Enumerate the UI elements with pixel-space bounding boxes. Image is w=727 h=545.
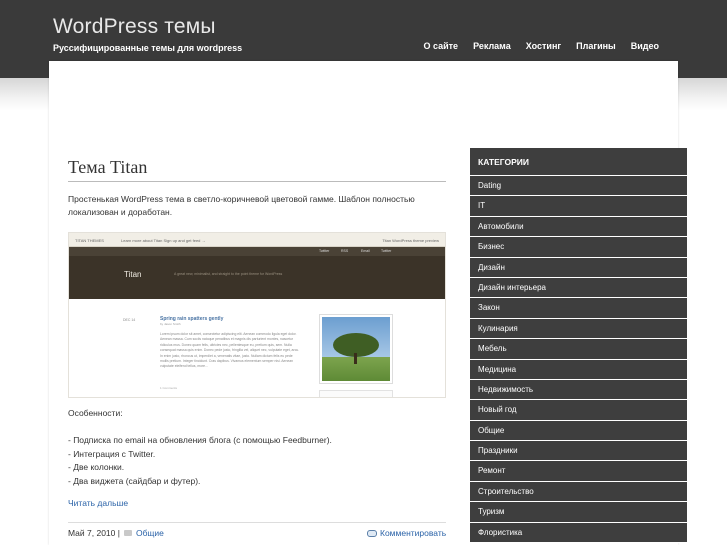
- theme-preview-image: TITAN THEMES Learn more about Titan Sign…: [68, 232, 446, 398]
- preview-post-date: DEC 14: [123, 318, 136, 322]
- post-title[interactable]: Тема Titan: [68, 157, 147, 178]
- site-title[interactable]: WordPress темы: [53, 15, 216, 39]
- category-link[interactable]: Dating: [470, 176, 687, 197]
- preview-topbar-right: Titan WordPress theme preview: [382, 238, 439, 243]
- category-link[interactable]: Недвижимость: [470, 379, 687, 401]
- preview-body: DEC 14 Spring rain spatters gently by Ja…: [69, 299, 445, 397]
- preview-link: RSS: [341, 249, 349, 253]
- site-tagline: Руссифицированные темы для wordpress: [53, 43, 243, 53]
- features-list: Особенности: - Подписка по email на обно…: [68, 407, 332, 488]
- category-link[interactable]: Автомобили: [470, 216, 687, 238]
- sidebar: КАТЕГОРИИ Dating IT Автомобили Бизнес Ди…: [470, 148, 687, 544]
- category-link[interactable]: Новый год: [470, 400, 687, 421]
- nav-link-plugins[interactable]: Плагины: [576, 41, 616, 51]
- preview-post-author: by Jason Smith: [160, 322, 181, 326]
- category-link[interactable]: Строительство: [470, 481, 687, 503]
- preview-tree-photo: [319, 314, 393, 384]
- category-link[interactable]: Бизнес: [470, 237, 687, 258]
- category-link[interactable]: Флористика: [470, 522, 687, 544]
- nav-link-hosting[interactable]: Хостинг: [526, 41, 561, 51]
- post-excerpt: Простенькая WordPress тема в светло-кори…: [68, 194, 415, 217]
- feature-item: - Подписка по email на обновления блога …: [68, 435, 332, 445]
- comment-label[interactable]: Комментировать: [380, 528, 446, 538]
- preview-topbar: TITAN THEMES Learn more about Titan Sign…: [69, 233, 445, 247]
- feature-item: - Интеграция с Twitter.: [68, 448, 156, 459]
- main-nav: О сайте Реклама Хостинг Плагины Видео: [423, 41, 659, 51]
- photo-tree-trunk: [354, 353, 357, 364]
- post-meta: Май 7, 2010 | Общие: [68, 528, 164, 538]
- category-link[interactable]: Кулинария: [470, 318, 687, 340]
- category-link[interactable]: Дизайн интерьера: [470, 277, 687, 299]
- category-link[interactable]: Туризм: [470, 502, 687, 523]
- category-link[interactable]: Закон: [470, 298, 687, 319]
- title-divider: [68, 181, 446, 182]
- post-footer-divider: [68, 522, 446, 523]
- preview-social-links: Twitter RSS Email Twitter: [69, 247, 445, 256]
- preview-sidebar-block: [319, 390, 393, 397]
- preview-topbar-left: TITAN THEMES: [75, 238, 104, 243]
- nav-link-video[interactable]: Видео: [631, 41, 659, 51]
- nav-link-about[interactable]: О сайте: [423, 41, 458, 51]
- read-more-link[interactable]: Читать дальше: [68, 498, 128, 508]
- category-link[interactable]: IT: [470, 196, 687, 217]
- category-link[interactable]: Общие: [470, 420, 687, 442]
- post-category-link[interactable]: Общие: [136, 528, 164, 538]
- comment-bubble-icon: [367, 529, 377, 537]
- comment-link[interactable]: Комментировать: [367, 528, 446, 538]
- preview-comments: 1 Comments: [160, 386, 178, 390]
- category-link[interactable]: Ремонт: [470, 461, 687, 482]
- preview-theme-name: Titan: [124, 270, 142, 279]
- category-link[interactable]: Дизайн: [470, 257, 687, 278]
- post-date: Май 7, 2010 |: [68, 528, 120, 538]
- category-link[interactable]: Медицина: [470, 359, 687, 380]
- folder-icon: [123, 530, 132, 536]
- preview-link: Twitter: [381, 249, 392, 253]
- preview-theme-desc: A great new, minimalist, and straight to…: [174, 272, 283, 276]
- category-link[interactable]: Праздники: [470, 441, 687, 462]
- preview-topbar-mid: Learn more about Titan Sign up and get f…: [121, 238, 206, 243]
- preview-link: Twitter: [319, 249, 330, 253]
- category-link[interactable]: Мебель: [470, 339, 687, 360]
- preview-post-text: Lorem ipsum dolor sit amet, consectetur …: [160, 332, 300, 369]
- sidebar-heading: КАТЕГОРИИ: [470, 148, 687, 176]
- features-heading: Особенности:: [68, 408, 123, 418]
- nav-link-ads[interactable]: Реклама: [473, 41, 511, 51]
- feature-item: - Два виджета (сайдбар и футер).: [68, 475, 201, 486]
- preview-link: Email: [361, 249, 370, 253]
- feature-item: - Две колонки.: [68, 462, 125, 472]
